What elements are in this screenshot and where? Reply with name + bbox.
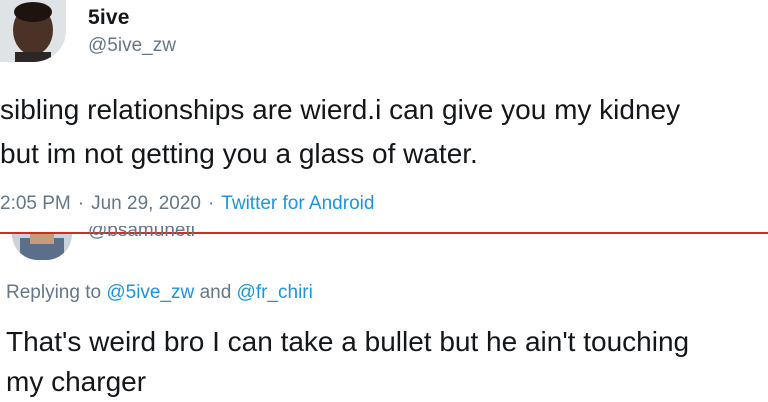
tweet-date[interactable]: Jun 29, 2020 (91, 193, 201, 214)
avatar-photo (0, 0, 66, 62)
replying-to-label: Replying to (6, 282, 102, 303)
tweet-text: sibling relationships are wierd.i can gi… (0, 94, 681, 169)
avatar-photo (12, 234, 72, 260)
tweet-time[interactable]: 2:05 PM (0, 193, 71, 214)
replying-to-and: and (199, 282, 232, 303)
display-name[interactable]: 5ive (88, 6, 130, 30)
screenshot-canvas: 5ive @5ive_zw sibling relationships are … (0, 0, 768, 402)
reply-tweet-text: That's weird bro I can take a bullet but… (6, 326, 690, 397)
avatar[interactable] (0, 0, 66, 62)
meta-separator: · (77, 193, 85, 214)
reply-user-handle-text: @bsamuneti (88, 226, 195, 241)
mention-link[interactable]: @fr_chiri (237, 282, 313, 303)
mention-link[interactable]: @5ive_zw (106, 282, 194, 303)
user-handle[interactable]: @5ive_zw (88, 35, 176, 57)
tweet-source-link[interactable]: Twitter for Android (221, 193, 374, 214)
meta-separator: · (207, 193, 215, 214)
replying-to: Replying to @5ive_zw and @fr_chiri (6, 282, 313, 304)
avatar[interactable] (12, 234, 72, 260)
tweet-meta: 2:05 PM · Jun 29, 2020 · Twitter for Android (0, 193, 374, 215)
reply-user-handle[interactable]: @bsamuneti (88, 226, 195, 244)
